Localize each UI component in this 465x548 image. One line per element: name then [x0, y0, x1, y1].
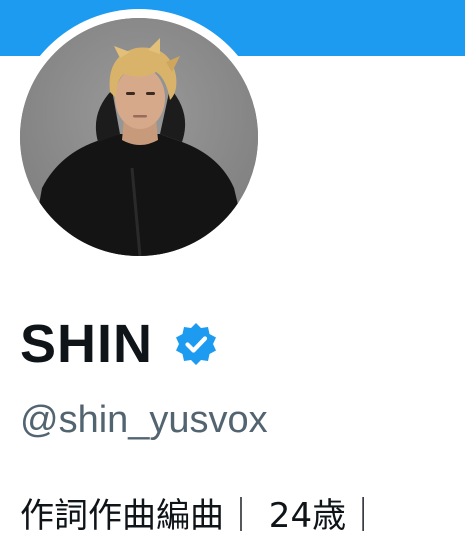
profile-header: SHIN @shin_yusvox 作詞作曲編曲｜ 24歳｜	[0, 0, 465, 548]
verified-badge-icon[interactable]	[173, 321, 219, 367]
display-name: SHIN	[20, 314, 154, 374]
handle: @shin_yusvox	[20, 399, 268, 441]
name-row: SHIN	[20, 314, 219, 374]
bio-text: 作詞作曲編曲｜ 24歳｜	[20, 496, 381, 536]
avatar-photo	[20, 18, 258, 256]
avatar[interactable]	[20, 18, 258, 256]
